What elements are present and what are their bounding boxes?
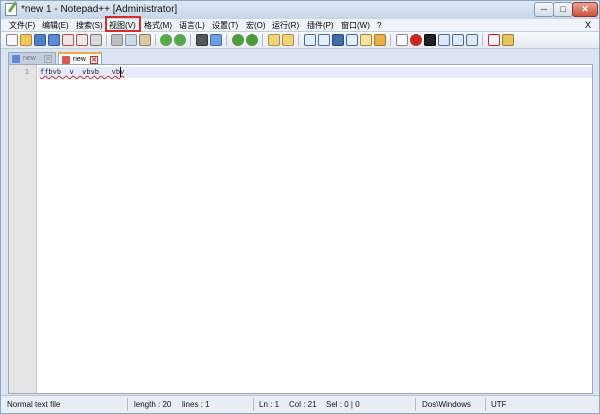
- status-column: Col : 21: [289, 400, 317, 409]
- status-length: length : 20: [134, 400, 172, 409]
- editor-text-line[interactable]: ffbvb v vbvb vbv: [40, 68, 124, 76]
- replace-icon[interactable]: [210, 34, 222, 46]
- cut-icon[interactable]: [111, 34, 123, 46]
- status-bar: Normal text file length : 20 lines : 1 L…: [1, 395, 599, 413]
- function-list-icon[interactable]: [360, 34, 372, 46]
- menu-macro[interactable]: 宏(O): [246, 20, 266, 31]
- notepad-window: *new 1 - Notepad++ [Administrator] ─ □ ✕…: [0, 0, 600, 414]
- menu-window[interactable]: 窗口(W): [341, 20, 370, 31]
- status-separator: [415, 398, 416, 411]
- save-macro-icon[interactable]: [466, 34, 478, 46]
- status-lines: lines : 1: [182, 400, 210, 409]
- wrap-icon[interactable]: [304, 34, 316, 46]
- sync-h-icon[interactable]: [282, 34, 294, 46]
- menu-view-highlight-box: [105, 16, 141, 32]
- record-macro-icon[interactable]: [410, 34, 422, 46]
- status-separator: [485, 398, 486, 411]
- tab-bar: new ✕ new ✕: [1, 50, 599, 64]
- unsaved-file-icon: [62, 56, 70, 64]
- status-selection: Sel : 0 | 0: [326, 400, 360, 409]
- toolbar-separator: [155, 34, 156, 46]
- zoom-in-icon[interactable]: [232, 34, 244, 46]
- save-all-icon[interactable]: [48, 34, 60, 46]
- line-number-gutter: 1: [9, 65, 37, 393]
- tab-label: new: [73, 56, 86, 63]
- maximize-button[interactable]: □: [553, 2, 573, 17]
- play-multi-icon[interactable]: [452, 34, 464, 46]
- status-file-type: Normal text file: [7, 400, 61, 409]
- spellcheck-icon[interactable]: [488, 34, 500, 46]
- window-title: *new 1 - Notepad++ [Administrator]: [21, 4, 178, 15]
- menu-file[interactable]: 文件(F): [9, 20, 35, 31]
- play-macro-icon[interactable]: [438, 34, 450, 46]
- line-number: 1: [24, 68, 29, 76]
- toolbar-separator: [226, 34, 227, 46]
- tab-new-1[interactable]: new ✕: [8, 52, 56, 64]
- menu-bar: 文件(F) 编辑(E) 搜索(S) 视图(V) 格式(M) 语言(L) 设置(T…: [1, 19, 599, 32]
- editor-area[interactable]: 1 ffbvb v vbvb vbv: [8, 64, 593, 394]
- menu-run[interactable]: 运行(R): [272, 20, 299, 31]
- stop-macro-icon[interactable]: [424, 34, 436, 46]
- zoom-out-icon[interactable]: [246, 34, 258, 46]
- sync-v-icon[interactable]: [268, 34, 280, 46]
- saved-file-icon: [12, 55, 20, 63]
- menu-plugins[interactable]: 插件(P): [307, 20, 334, 31]
- indent-guide-icon[interactable]: [332, 34, 344, 46]
- close-icon[interactable]: [62, 34, 74, 46]
- undo-icon[interactable]: [160, 34, 172, 46]
- title-bar[interactable]: *new 1 - Notepad++ [Administrator] ─ □ ✕: [1, 1, 599, 19]
- toolbar-separator: [390, 34, 391, 46]
- monitor-icon[interactable]: [396, 34, 408, 46]
- doc-map-icon[interactable]: [346, 34, 358, 46]
- close-window-button[interactable]: ✕: [572, 2, 598, 17]
- find-icon[interactable]: [196, 34, 208, 46]
- copy-icon[interactable]: [125, 34, 137, 46]
- tab-new-2[interactable]: new ✕: [58, 52, 102, 64]
- menu-settings[interactable]: 设置(T): [212, 20, 238, 31]
- close-all-icon[interactable]: [76, 34, 88, 46]
- status-encoding: UTF: [491, 400, 507, 409]
- open-file-icon[interactable]: [20, 34, 32, 46]
- paste-icon[interactable]: [139, 34, 151, 46]
- menu-help[interactable]: ?: [377, 20, 381, 31]
- toolbar-separator: [482, 34, 483, 46]
- toolbar-separator: [190, 34, 191, 46]
- tab-label: new: [23, 55, 36, 62]
- folder-as-workspace-icon[interactable]: [374, 34, 386, 46]
- plugin-icon[interactable]: [502, 34, 514, 46]
- minimize-button[interactable]: ─: [534, 2, 554, 17]
- menu-edit[interactable]: 编辑(E): [42, 20, 69, 31]
- menu-search[interactable]: 搜索(S): [76, 20, 103, 31]
- show-all-chars-icon[interactable]: [318, 34, 330, 46]
- toolbar-separator: [262, 34, 263, 46]
- menu-language[interactable]: 语言(L): [179, 20, 205, 31]
- toolbar-separator: [298, 34, 299, 46]
- status-eol: Dos\Windows: [422, 400, 471, 409]
- print-icon[interactable]: [90, 34, 102, 46]
- notepad-app-icon: [5, 3, 17, 16]
- text-caret: [120, 67, 121, 77]
- new-file-icon[interactable]: [6, 34, 18, 46]
- status-separator: [127, 398, 128, 411]
- toolbar-separator: [106, 34, 107, 46]
- menu-format[interactable]: 格式(M): [144, 20, 172, 31]
- tab-close-icon[interactable]: ✕: [90, 56, 98, 64]
- status-line-number: Ln : 1: [259, 400, 280, 409]
- status-separator: [253, 398, 254, 411]
- close-document-button[interactable]: X: [585, 20, 591, 30]
- save-icon[interactable]: [34, 34, 46, 46]
- toolbar: [1, 32, 599, 49]
- tab-close-icon[interactable]: ✕: [44, 55, 52, 63]
- redo-icon[interactable]: [174, 34, 186, 46]
